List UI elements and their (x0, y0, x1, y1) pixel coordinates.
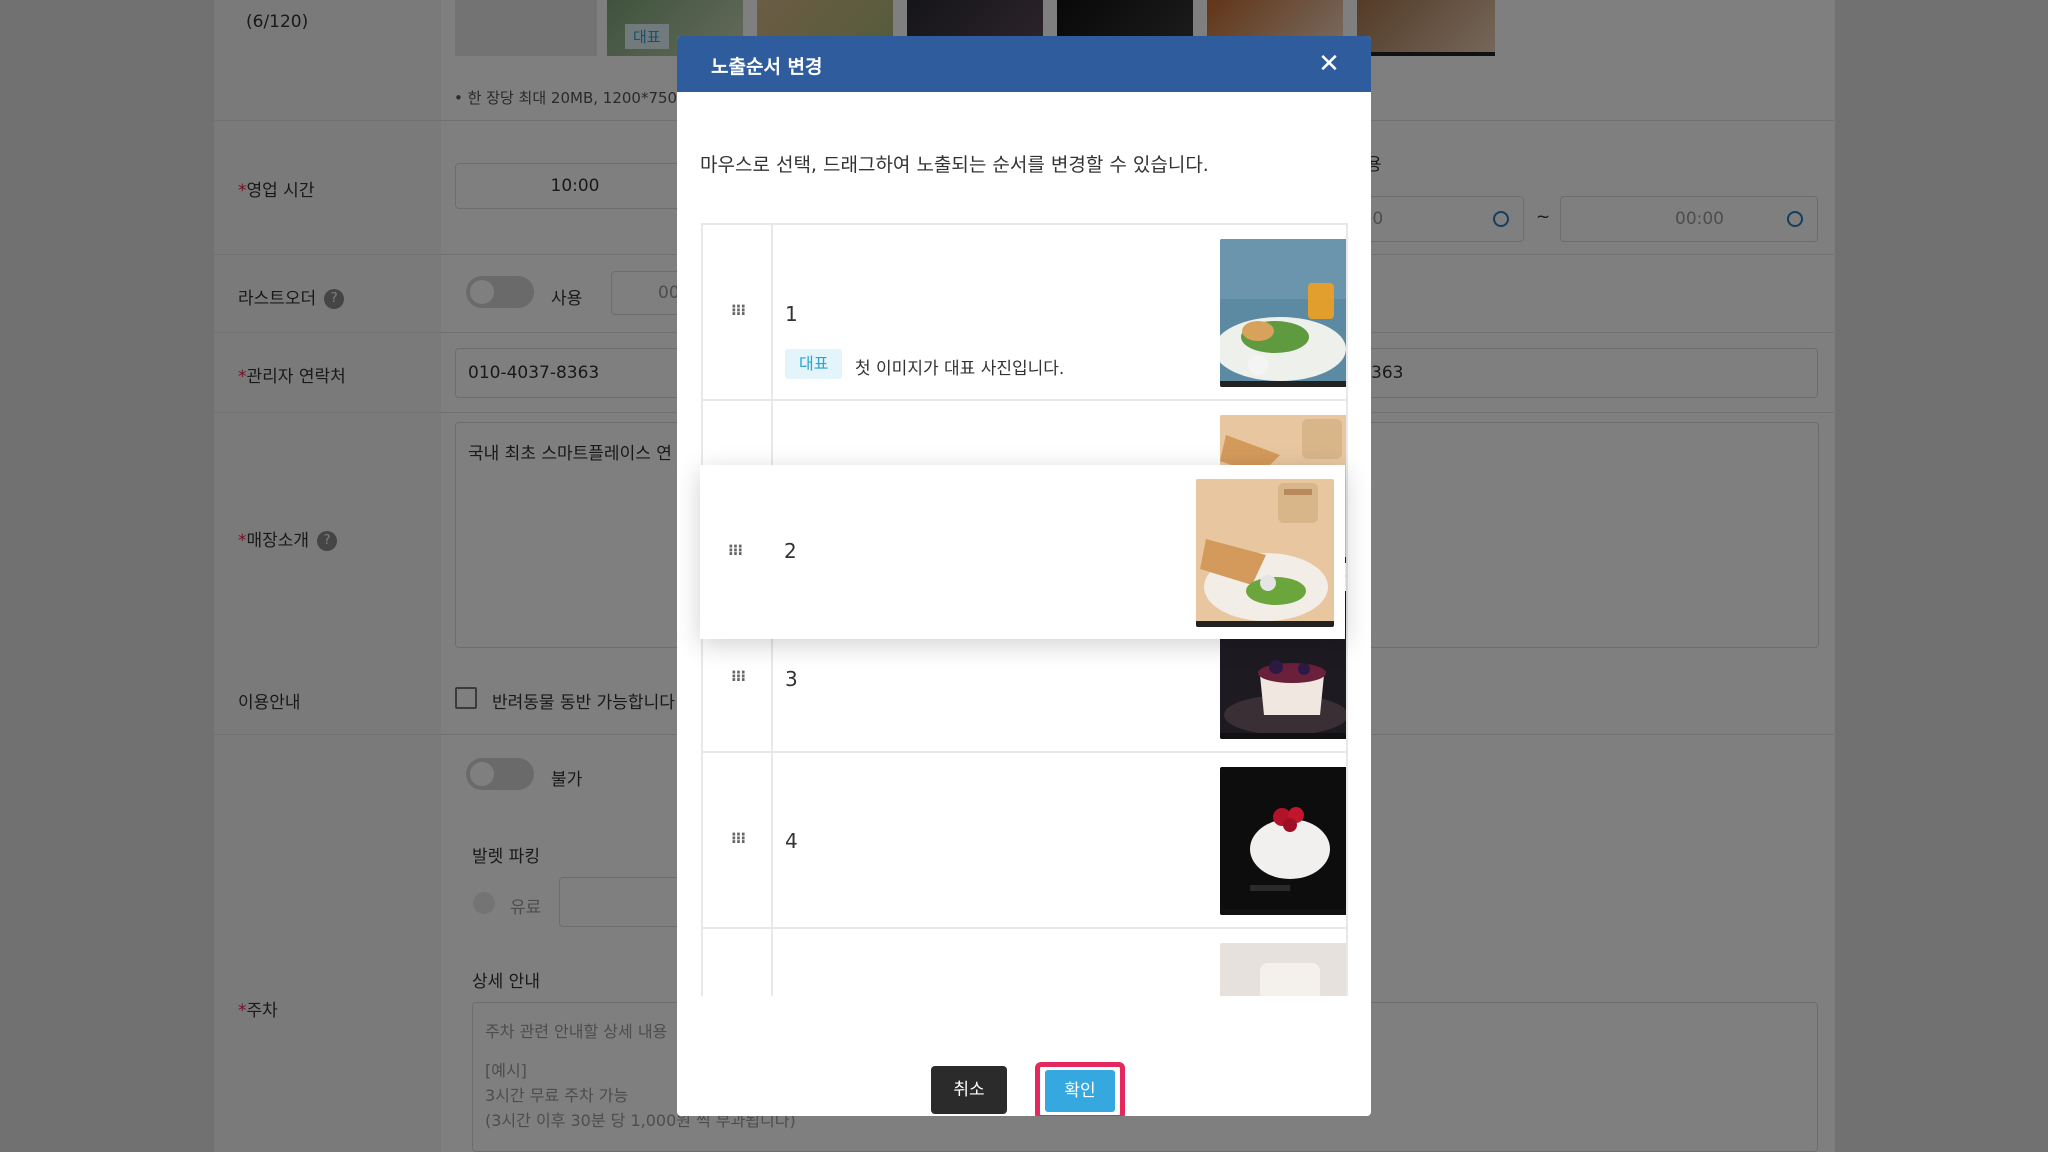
photo-toast-coffee (1196, 479, 1334, 627)
handle-cell (703, 929, 773, 996)
drag-handle-icon[interactable]: ⁝⁝⁝ (726, 541, 744, 559)
list-item[interactable]: ⁝⁝⁝ 4 (703, 753, 1346, 929)
item-number: 2 (784, 539, 797, 563)
rep-badge: 대표 (785, 349, 843, 379)
photo-white-drink (1220, 943, 1346, 996)
rep-note: 첫 이미지가 대표 사진입니다. (855, 359, 1065, 379)
confirm-button-highlight: 확인 (1035, 1062, 1125, 1116)
close-icon[interactable]: ✕ (1315, 50, 1343, 78)
confirm-button[interactable]: 확인 (1045, 1070, 1115, 1112)
list-item[interactable] (703, 929, 1346, 996)
cancel-button[interactable]: 취소 (931, 1066, 1007, 1114)
handle-cell: ⁝⁝⁝ (703, 225, 773, 399)
item-number: 1 (785, 302, 798, 326)
item-number: 4 (785, 829, 798, 853)
photo-raspberry-dessert (1220, 767, 1346, 915)
handle-cell: ⁝⁝⁝ (703, 753, 773, 927)
modal-header: 노출순서 변경 ✕ (677, 36, 1371, 92)
drag-handle-icon[interactable]: ⁝⁝⁝ (729, 301, 747, 319)
photo-breakfast-plate (1220, 239, 1346, 387)
drag-handle-icon[interactable]: ⁝⁝⁝ (729, 829, 747, 847)
modal-title: 노출순서 변경 (711, 56, 823, 78)
list-item[interactable]: ⁝⁝⁝ 1 대표 첫 이미지가 대표 사진입니다. (703, 225, 1346, 401)
item-number: 3 (785, 667, 798, 691)
drag-handle-icon[interactable]: ⁝⁝⁝ (729, 667, 747, 685)
instruction-text: 마우스로 선택, 드래그하여 노출되는 순서를 변경할 수 있습니다. (700, 154, 1209, 176)
dragging-item[interactable]: ⁝⁝⁝ 2 (700, 465, 1345, 639)
